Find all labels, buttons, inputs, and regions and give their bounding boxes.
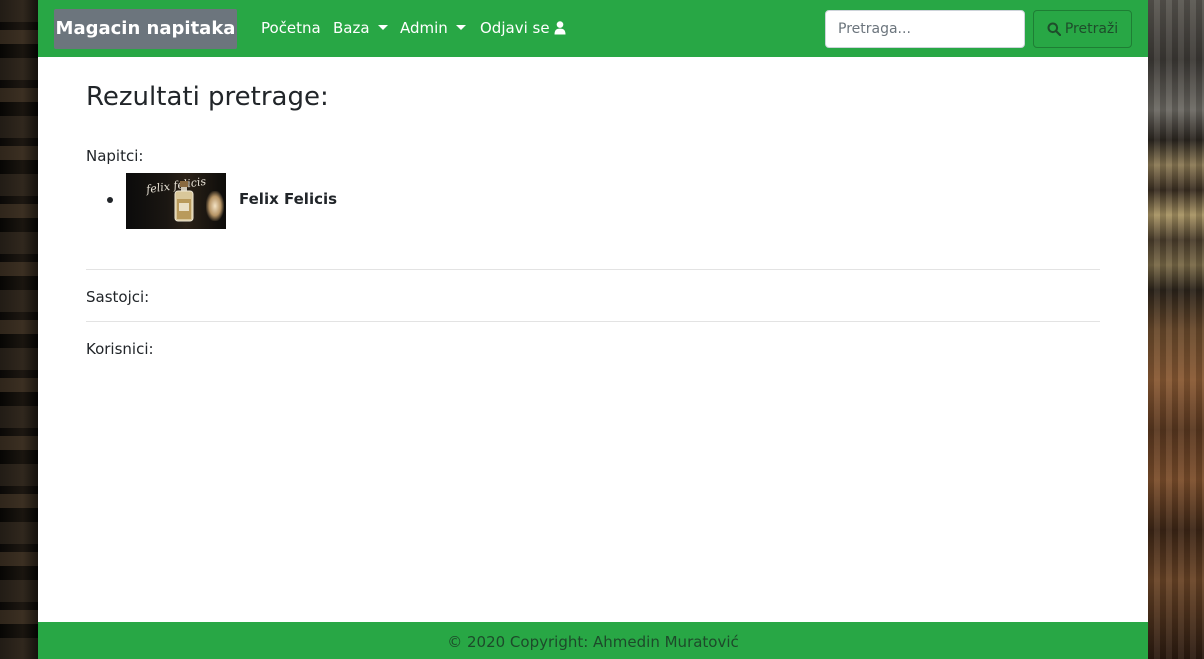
potion-name[interactable]: Felix Felicis	[239, 190, 337, 208]
search-button-label: Pretraži	[1064, 21, 1119, 37]
brand-link[interactable]: Magacin napitaka	[54, 9, 237, 49]
nav-link-pocetna[interactable]: Početna	[261, 0, 321, 57]
search-input[interactable]	[825, 10, 1025, 48]
nav-dropdown-baza-label: Baza	[333, 19, 370, 37]
footer-copyright: © 2020 Copyright: Ahmedin Muratović	[447, 633, 739, 651]
divider	[86, 321, 1100, 322]
background-right-decoration	[1148, 0, 1204, 659]
potion-bottle-icon	[174, 181, 194, 222]
navbar: Magacin napitaka Početna Baza Admin Odja…	[38, 0, 1148, 57]
section-label-potions: Napitci:	[86, 147, 144, 165]
footer: © 2020 Copyright: Ahmedin Muratović	[38, 622, 1148, 659]
caret-down-icon	[455, 25, 466, 30]
list-item[interactable]: felix felicis Felix Felicis	[86, 172, 486, 229]
section-label-users: Korisnici:	[86, 340, 154, 358]
search-icon	[1047, 22, 1061, 36]
caret-down-icon	[377, 25, 388, 30]
page-container: Magacin napitaka Početna Baza Admin Odja…	[38, 0, 1148, 659]
logout-link[interactable]: Odjavi se	[480, 0, 566, 57]
nav-dropdown-baza[interactable]: Baza	[333, 0, 388, 57]
divider	[86, 269, 1100, 270]
nav-dropdown-admin[interactable]: Admin	[400, 0, 466, 57]
candle-glow	[206, 191, 224, 221]
page-title: Rezultati pretrage:	[86, 82, 329, 112]
logout-label: Odjavi se	[480, 19, 550, 37]
section-label-ingredients: Sastojci:	[86, 288, 150, 306]
bullet-icon	[107, 197, 113, 203]
potion-results-list: felix felicis Felix Felicis	[86, 172, 486, 229]
background-left-decoration	[0, 0, 38, 659]
user-icon	[554, 21, 566, 35]
potion-image[interactable]: felix felicis	[126, 173, 226, 229]
nav-dropdown-admin-label: Admin	[400, 19, 448, 37]
search-button[interactable]: Pretraži	[1033, 10, 1132, 48]
